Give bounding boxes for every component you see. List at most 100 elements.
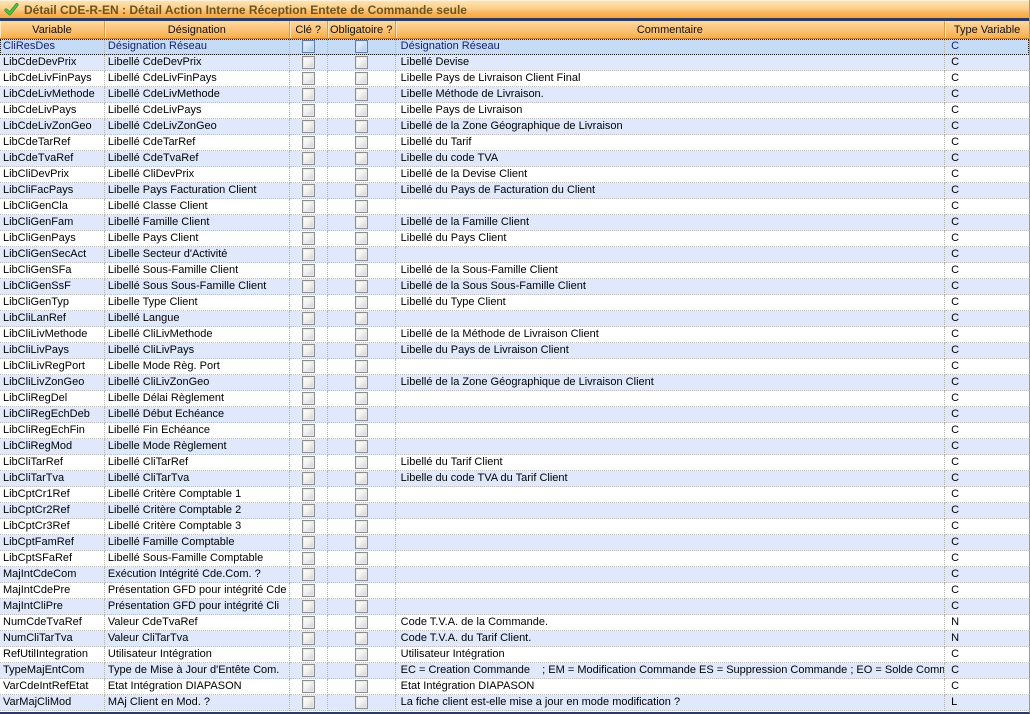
cle-checkbox[interactable] [302, 136, 315, 149]
obligatoire-checkbox[interactable] [355, 328, 368, 341]
cle-checkbox[interactable] [302, 40, 315, 53]
column-header-type-variable[interactable]: Type Variable [945, 21, 1029, 38]
cle-checkbox[interactable] [302, 104, 315, 117]
column-header-commentaire[interactable]: Commentaire [396, 21, 945, 38]
table-row[interactable]: NumCliTarTvaValeur CliTarTvaCode T.V.A. … [0, 631, 1029, 647]
cle-checkbox[interactable] [302, 696, 315, 709]
obligatoire-checkbox[interactable] [355, 296, 368, 309]
obligatoire-checkbox[interactable] [355, 664, 368, 677]
obligatoire-checkbox[interactable] [355, 376, 368, 389]
cle-checkbox[interactable] [302, 200, 315, 213]
cle-checkbox[interactable] [302, 264, 315, 277]
obligatoire-checkbox[interactable] [355, 360, 368, 373]
obligatoire-checkbox[interactable] [355, 440, 368, 453]
cle-checkbox[interactable] [302, 88, 315, 101]
cle-checkbox[interactable] [302, 616, 315, 629]
cle-checkbox[interactable] [302, 472, 315, 485]
table-row[interactable]: LibCliLivZonGeoLibellé CliLivZonGeoLibel… [0, 375, 1029, 391]
obligatoire-checkbox[interactable] [355, 456, 368, 469]
cle-checkbox[interactable] [302, 584, 315, 597]
cle-checkbox[interactable] [302, 152, 315, 165]
obligatoire-checkbox[interactable] [355, 424, 368, 437]
obligatoire-checkbox[interactable] [355, 312, 368, 325]
column-header-variable[interactable]: Variable [0, 21, 105, 38]
table-row[interactable]: RefUtilIntegrationUtilisateur Intégratio… [0, 647, 1029, 663]
table-row[interactable]: VarMajCliModMAj Client en Mod. ?La fiche… [0, 695, 1029, 711]
obligatoire-checkbox[interactable] [355, 136, 368, 149]
cle-checkbox[interactable] [302, 520, 315, 533]
obligatoire-checkbox[interactable] [355, 696, 368, 709]
cle-checkbox[interactable] [302, 456, 315, 469]
obligatoire-checkbox[interactable] [355, 248, 368, 261]
cle-checkbox[interactable] [302, 120, 315, 133]
obligatoire-checkbox[interactable] [355, 280, 368, 293]
obligatoire-checkbox[interactable] [355, 568, 368, 581]
table-row[interactable]: LibCliTarRefLibellé CliTarRefLibellé du … [0, 455, 1029, 471]
table-row[interactable]: LibCliGenClaLibellé Classe ClientC [0, 199, 1029, 215]
table-row[interactable]: LibCliGenSecActLibelle Secteur d'Activit… [0, 247, 1029, 263]
cle-checkbox[interactable] [302, 248, 315, 261]
table-row[interactable]: LibCliDevPrixLibellé CliDevPrixLibellé d… [0, 167, 1029, 183]
cle-checkbox[interactable] [302, 344, 315, 357]
table-row[interactable]: LibCdeLivMethodeLibellé CdeLivMethodeLib… [0, 87, 1029, 103]
obligatoire-checkbox[interactable] [355, 152, 368, 165]
cle-checkbox[interactable] [302, 184, 315, 197]
table-row[interactable]: LibCliLanRefLibellé LangueC [0, 311, 1029, 327]
column-header-obligatoire[interactable]: Obligatoire ? [328, 21, 396, 38]
obligatoire-checkbox[interactable] [355, 56, 368, 69]
obligatoire-checkbox[interactable] [355, 200, 368, 213]
cle-checkbox[interactable] [302, 648, 315, 661]
table-row[interactable]: LibCliRegModLibelle Mode RèglementC [0, 439, 1029, 455]
table-row[interactable]: LibCliLivPaysLibellé CliLivPaysLibelle d… [0, 343, 1029, 359]
cle-checkbox[interactable] [302, 568, 315, 581]
obligatoire-checkbox[interactable] [355, 552, 368, 565]
table-row[interactable]: LibCptFamRefLibellé Famille ComptableC [0, 535, 1029, 551]
obligatoire-checkbox[interactable] [355, 40, 368, 53]
cle-checkbox[interactable] [302, 312, 315, 325]
table-row[interactable]: VarCdeIntRefEtatEtat Intégration DIAPASO… [0, 679, 1029, 695]
cle-checkbox[interactable] [302, 280, 315, 293]
cle-checkbox[interactable] [302, 664, 315, 677]
obligatoire-checkbox[interactable] [355, 680, 368, 693]
cle-checkbox[interactable] [302, 232, 315, 245]
table-row[interactable]: LibCdeLivZonGeoLibellé CdeLivZonGeoLibel… [0, 119, 1029, 135]
cle-checkbox[interactable] [302, 536, 315, 549]
cle-checkbox[interactable] [302, 680, 315, 693]
obligatoire-checkbox[interactable] [355, 488, 368, 501]
table-row[interactable]: LibCdeDevPrixLibellé CdeDevPrixLibellé D… [0, 55, 1029, 71]
obligatoire-checkbox[interactable] [355, 472, 368, 485]
cle-checkbox[interactable] [302, 328, 315, 341]
obligatoire-checkbox[interactable] [355, 536, 368, 549]
table-row[interactable]: LibCptCr1RefLibellé Critère Comptable 1C [0, 487, 1029, 503]
table-row[interactable]: LibCliLivRegPortLibelle Mode Règ. PortC [0, 359, 1029, 375]
table-row[interactable]: MajIntCdePrePrésentation GFD pour intégr… [0, 583, 1029, 599]
cle-checkbox[interactable] [302, 216, 315, 229]
obligatoire-checkbox[interactable] [355, 632, 368, 645]
table-row[interactable]: LibCptSFaRefLibellé Sous-Famille Comptab… [0, 551, 1029, 567]
obligatoire-checkbox[interactable] [355, 504, 368, 517]
cle-checkbox[interactable] [302, 408, 315, 421]
obligatoire-checkbox[interactable] [355, 520, 368, 533]
table-row[interactable]: LibCliTarTvaLibellé CliTarTvaLibelle du … [0, 471, 1029, 487]
table-row[interactable]: LibCdeLivPaysLibellé CdeLivPaysLibelle P… [0, 103, 1029, 119]
obligatoire-checkbox[interactable] [355, 104, 368, 117]
cle-checkbox[interactable] [302, 56, 315, 69]
cle-checkbox[interactable] [302, 168, 315, 181]
column-header-designation[interactable]: Désignation [105, 21, 290, 38]
cle-checkbox[interactable] [302, 376, 315, 389]
obligatoire-checkbox[interactable] [355, 168, 368, 181]
cle-checkbox[interactable] [302, 504, 315, 517]
table-row[interactable]: LibCliGenFamLibellé Famille ClientLibell… [0, 215, 1029, 231]
cle-checkbox[interactable] [302, 600, 315, 613]
table-row[interactable]: LibCliGenTypLibelle Type ClientLibellé d… [0, 295, 1029, 311]
obligatoire-checkbox[interactable] [355, 392, 368, 405]
obligatoire-checkbox[interactable] [355, 344, 368, 357]
table-row[interactable]: LibCliRegDelLibelle Délai RèglementC [0, 391, 1029, 407]
cle-checkbox[interactable] [302, 296, 315, 309]
table-row[interactable]: LibCdeTarRefLibellé CdeTarRefLibellé du … [0, 135, 1029, 151]
table-row[interactable]: NumCdeTvaRefValeur CdeTvaRefCode T.V.A. … [0, 615, 1029, 631]
table-row[interactable]: LibCdeTvaRefLibellé CdeTvaRefLibelle du … [0, 151, 1029, 167]
obligatoire-checkbox[interactable] [355, 120, 368, 133]
table-row[interactable]: CliResDesDésignation RéseauDésignation R… [0, 39, 1029, 55]
cle-checkbox[interactable] [302, 488, 315, 501]
